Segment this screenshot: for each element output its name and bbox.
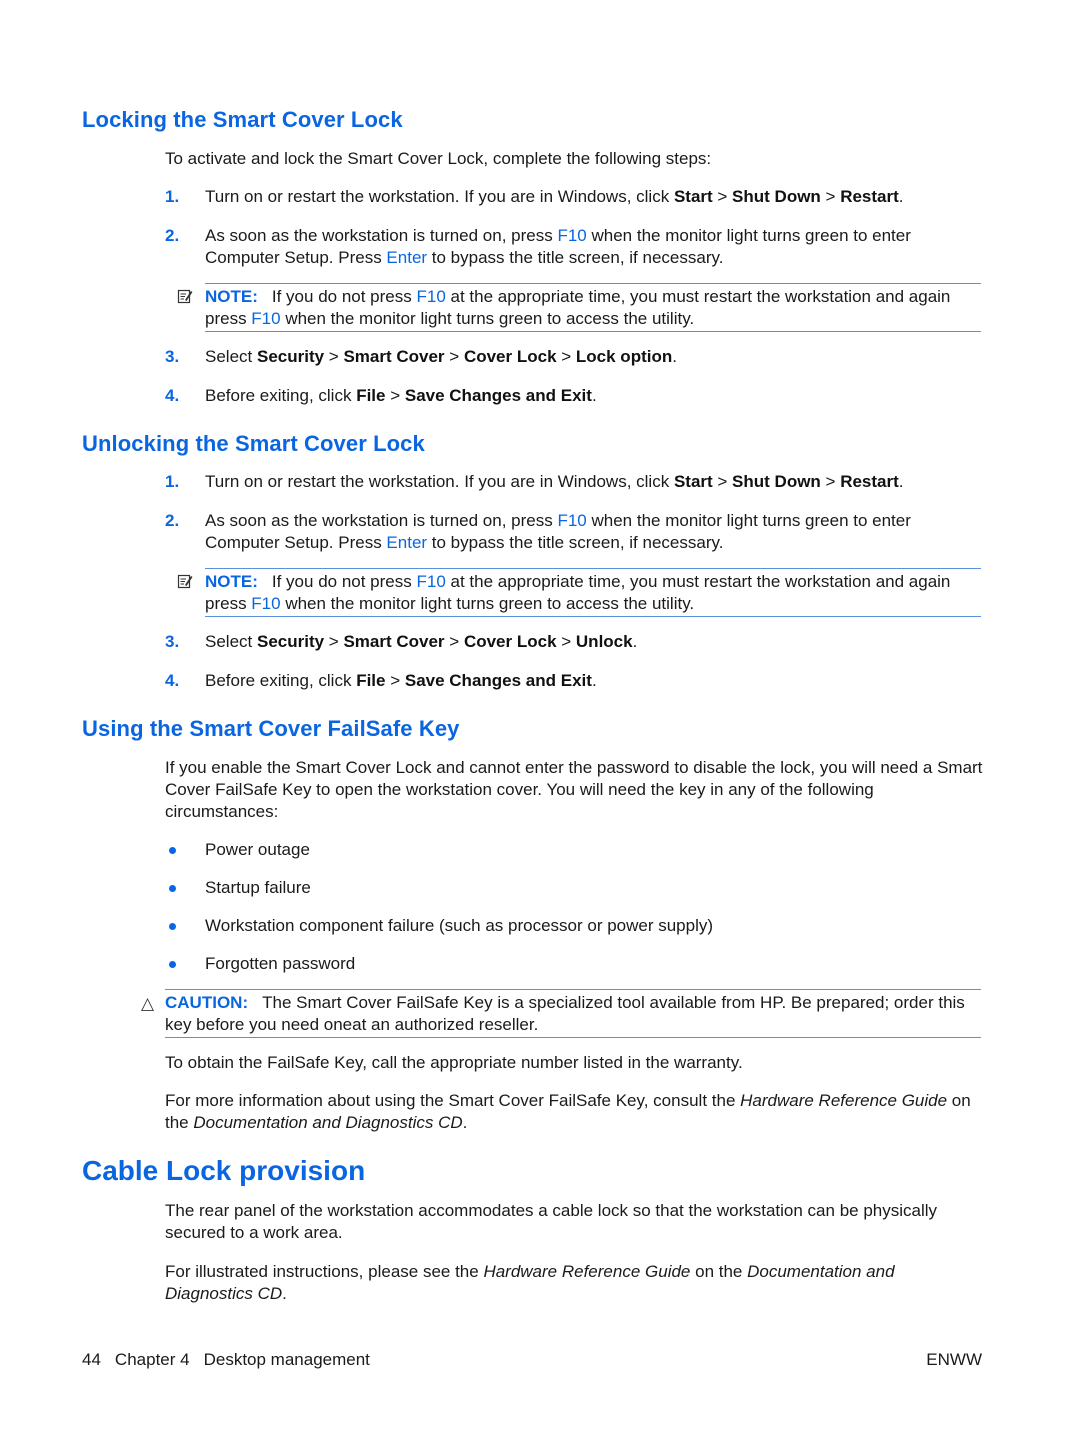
- cable-lock-p2: For illustrated instructions, please see…: [165, 1262, 895, 1303]
- locking-step-2: 2. As soon as the workstation is turned …: [165, 225, 985, 269]
- locking-heading: Locking the Smart Cover Lock: [82, 107, 403, 132]
- note-label: NOTE:: [205, 572, 258, 591]
- step-text: As soon as the workstation is turned on,…: [205, 511, 911, 552]
- step-number: 2.: [165, 226, 180, 245]
- unlocking-step-3: 3. Select Security > Smart Cover > Cover…: [165, 631, 985, 653]
- failsafe-intro: If you enable the Smart Cover Lock and c…: [165, 758, 983, 821]
- step-number: 3.: [165, 632, 180, 651]
- list-item: Power outage: [165, 839, 310, 861]
- step-text: Turn on or restart the workstation. If y…: [205, 472, 904, 491]
- step-text: As soon as the workstation is turned on,…: [205, 226, 911, 267]
- failsafe-more-info: For more information about using the Sma…: [165, 1091, 971, 1132]
- step-number: 3.: [165, 347, 180, 366]
- note-icon: [177, 574, 193, 589]
- bullet-icon: [165, 953, 205, 975]
- note-label: NOTE:: [205, 287, 258, 306]
- unlocking-note: NOTE: If you do not press F10 at the appr…: [177, 568, 981, 617]
- step-number: 4.: [165, 386, 180, 405]
- unlocking-step-4: 4. Before exiting, click File > Save Cha…: [165, 670, 985, 692]
- failsafe-obtain: To obtain the FailSafe Key, call the app…: [165, 1053, 743, 1072]
- page-number: 44: [82, 1350, 101, 1369]
- locking-intro: To activate and lock the Smart Cover Loc…: [165, 149, 712, 168]
- step-text: Turn on or restart the workstation. If y…: [205, 187, 904, 206]
- list-item: Workstation component failure (such as p…: [165, 915, 713, 937]
- locking-step-3: 3. Select Security > Smart Cover > Cover…: [165, 346, 985, 368]
- unlocking-step-2: 2. As soon as the workstation is turned …: [165, 510, 985, 554]
- page-footer: 44 Chapter 4 Desktop management: [82, 1350, 384, 1370]
- step-text: Select Security > Smart Cover > Cover Lo…: [205, 347, 677, 366]
- cable-lock-heading: Cable Lock provision: [82, 1155, 366, 1186]
- caution-box: △ CAUTION: The Smart Cover FailSafe Key i…: [141, 989, 981, 1038]
- step-number: 4.: [165, 671, 180, 690]
- caution-triangle-icon: △: [141, 994, 155, 1013]
- list-item: Startup failure: [165, 877, 311, 899]
- step-text: Before exiting, click File > Save Change…: [205, 671, 597, 690]
- caution-label: CAUTION:: [165, 993, 249, 1012]
- note-icon: [177, 289, 193, 304]
- unlocking-step-1: 1. Turn on or restart the workstation. I…: [165, 471, 985, 493]
- bullet-icon: [165, 839, 205, 861]
- locale-code: ENWW: [926, 1350, 982, 1369]
- locking-step-1: 1. Turn on or restart the workstation. I…: [165, 186, 985, 208]
- list-item: Forgotten password: [165, 953, 355, 975]
- locking-note: NOTE: If you do not press F10 at the appr…: [177, 283, 981, 332]
- locking-step-4: 4. Before exiting, click File > Save Cha…: [165, 385, 985, 407]
- step-text: Before exiting, click File > Save Change…: [205, 386, 597, 405]
- unlocking-heading: Unlocking the Smart Cover Lock: [82, 431, 425, 456]
- caution-text: The Smart Cover FailSafe Key is a specia…: [165, 993, 965, 1034]
- failsafe-heading: Using the Smart Cover FailSafe Key: [82, 716, 460, 741]
- step-number: 1.: [165, 187, 180, 206]
- step-text: Select Security > Smart Cover > Cover Lo…: [205, 632, 638, 651]
- chapter-title: Desktop management: [203, 1350, 370, 1369]
- step-number: 2.: [165, 511, 180, 530]
- step-number: 1.: [165, 472, 180, 491]
- bullet-icon: [165, 915, 205, 937]
- chapter-label: Chapter 4: [114, 1350, 190, 1369]
- bullet-icon: [165, 877, 205, 899]
- cable-lock-p1: The rear panel of the workstation accomm…: [165, 1201, 938, 1242]
